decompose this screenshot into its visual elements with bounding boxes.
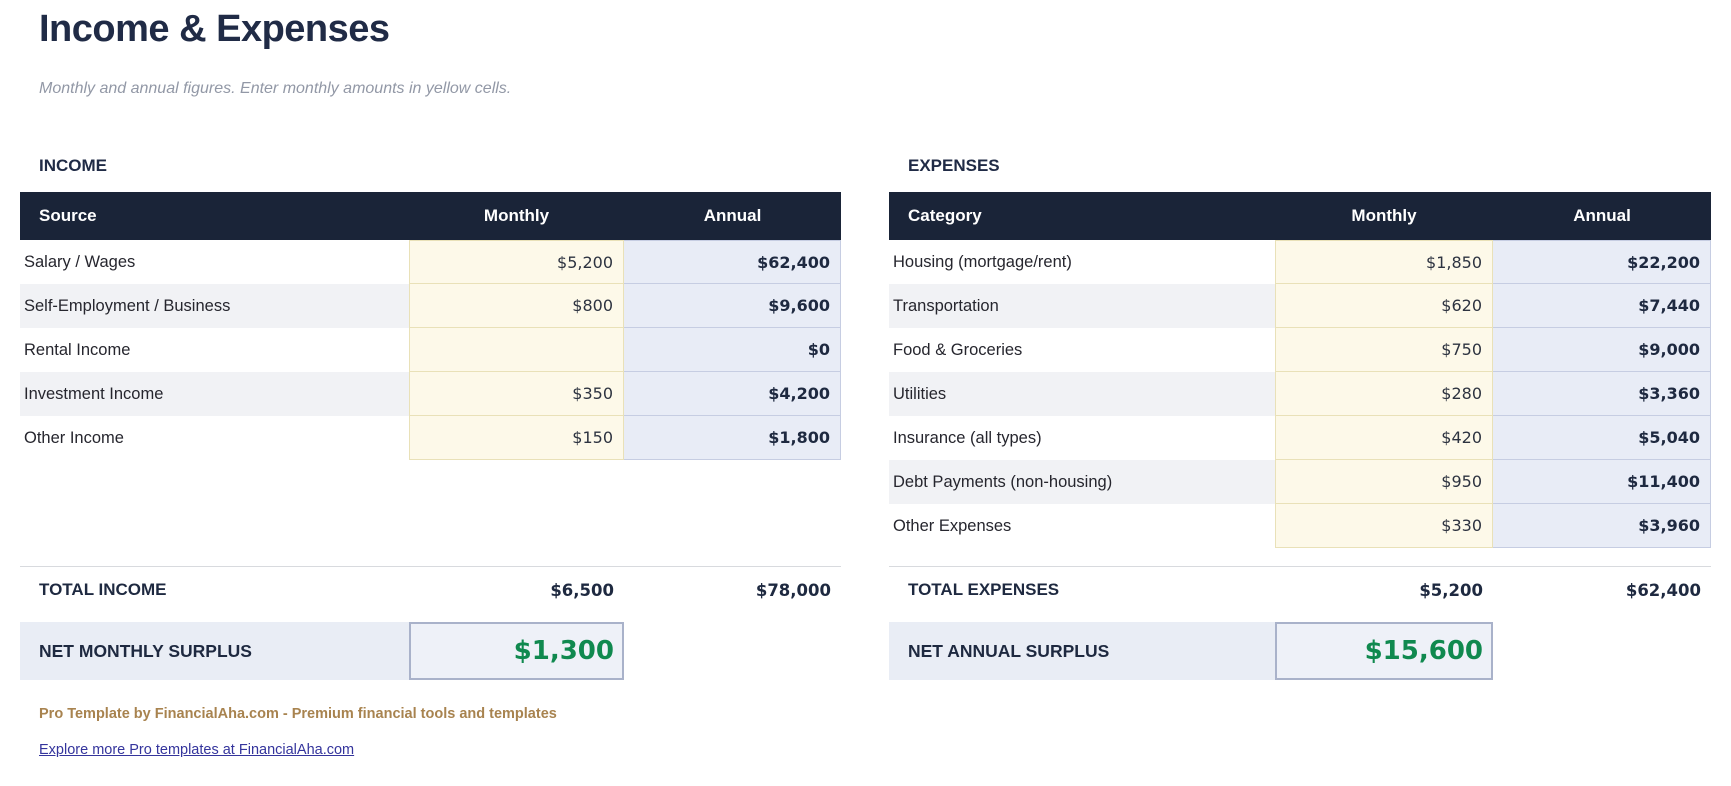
annual-amount-cell: $3,960	[1493, 504, 1711, 548]
table-row: Utilities $280 $3,360	[889, 372, 1711, 416]
row-label: Salary / Wages	[24, 252, 136, 271]
income-spacer	[20, 460, 841, 566]
annual-amount-cell: $9,600	[624, 284, 841, 328]
income-total-monthly: $6,500	[550, 580, 614, 600]
monthly-amount-cell[interactable]: $420	[1275, 416, 1493, 460]
monthly-amount-cell[interactable]: $350	[409, 372, 624, 416]
table-row: Debt Payments (non-housing) $950 $11,400	[889, 460, 1711, 504]
monthly-amount-cell[interactable]: $5,200	[409, 240, 624, 284]
table-row: Investment Income $350 $4,200	[20, 372, 841, 416]
branding-text: Pro Template by FinancialAha.com - Premi…	[39, 706, 557, 722]
income-table-header: Source Monthly Annual	[20, 192, 841, 240]
table-row: Other Income $150 $1,800	[20, 416, 841, 460]
annual-amount-cell: $1,800	[624, 416, 841, 460]
expenses-total-label: TOTAL EXPENSES	[908, 580, 1060, 599]
table-row: Housing (mortgage/rent) $1,850 $22,200	[889, 240, 1711, 284]
monthly-amount-cell[interactable]: $280	[1275, 372, 1493, 416]
row-label: Other Expenses	[893, 516, 1012, 535]
annual-amount-cell: $0	[624, 328, 841, 372]
content-columns: INCOME Source Monthly Annual Salary / Wa…	[20, 156, 1711, 680]
monthly-amount-cell[interactable]: $620	[1275, 284, 1493, 328]
net-monthly-surplus-label: NET MONTHLY SURPLUS	[20, 622, 409, 680]
expenses-section-label: EXPENSES	[908, 156, 1000, 175]
annual-amount-cell: $62,400	[624, 240, 841, 284]
expenses-total-annual: $62,400	[1625, 580, 1701, 600]
annual-amount-cell: $7,440	[1493, 284, 1711, 328]
annual-amount-cell: $5,040	[1493, 416, 1711, 460]
row-label: Utilities	[893, 384, 947, 403]
income-header-source: Source	[39, 206, 97, 225]
monthly-amount-cell[interactable]: $330	[1275, 504, 1493, 548]
row-label: Other Income	[24, 428, 124, 447]
monthly-amount-cell[interactable]: $950	[1275, 460, 1493, 504]
table-row: Transportation $620 $7,440	[889, 284, 1711, 328]
row-label: Insurance (all types)	[893, 428, 1042, 447]
monthly-amount-cell[interactable]: $1,850	[1275, 240, 1493, 284]
table-row: Insurance (all types) $420 $5,040	[889, 416, 1711, 460]
page-title: Income & Expenses	[39, 8, 390, 50]
net-annual-surplus-row: NET ANNUAL SURPLUS $15,600	[889, 622, 1711, 680]
net-annual-surplus-label: NET ANNUAL SURPLUS	[889, 622, 1275, 680]
expenses-header-category: Category	[908, 206, 982, 225]
expenses-spacer	[889, 548, 1711, 566]
page-subtitle: Monthly and annual figures. Enter monthl…	[39, 80, 512, 97]
row-label: Transportation	[893, 296, 999, 315]
income-header-annual: Annual	[703, 206, 762, 225]
income-header-monthly: Monthly	[483, 206, 550, 225]
table-row: Self-Employment / Business $800 $9,600	[20, 284, 841, 328]
expenses-total-row: TOTAL EXPENSES $5,200 $62,400	[889, 566, 1711, 615]
expenses-section: EXPENSES Category Monthly Annual Housing…	[889, 156, 1711, 680]
income-section: INCOME Source Monthly Annual Salary / Wa…	[20, 156, 841, 680]
row-label: Food & Groceries	[893, 340, 1023, 359]
annual-amount-cell: $9,000	[1493, 328, 1711, 372]
net-monthly-surplus-value: $1,300	[409, 622, 624, 680]
income-table-body: Salary / Wages $5,200 $62,400 Self-Employme…	[20, 240, 841, 460]
financialaha-link[interactable]: Explore more Pro templates at FinancialA…	[39, 742, 354, 758]
row-label: Self-Employment / Business	[24, 296, 231, 315]
expenses-table-body: Housing (mortgage/rent) $1,850 $22,200 Tran…	[889, 240, 1711, 548]
row-label: Debt Payments (non-housing)	[893, 472, 1113, 491]
monthly-amount-cell[interactable]	[409, 328, 624, 372]
table-row: Food & Groceries $750 $9,000	[889, 328, 1711, 372]
row-label: Investment Income	[24, 384, 164, 403]
income-section-label: INCOME	[39, 156, 107, 175]
annual-amount-cell: $11,400	[1493, 460, 1711, 504]
expenses-header-monthly: Monthly	[1351, 206, 1417, 225]
table-row: Salary / Wages $5,200 $62,400	[20, 240, 841, 284]
monthly-amount-cell[interactable]: $150	[409, 416, 624, 460]
table-row: Rental Income $0	[20, 328, 841, 372]
net-monthly-surplus-row: NET MONTHLY SURPLUS $1,300	[20, 622, 841, 680]
row-label: Rental Income	[24, 340, 131, 359]
expenses-table-header: Category Monthly Annual	[889, 192, 1711, 240]
annual-amount-cell: $22,200	[1493, 240, 1711, 284]
row-label: Housing (mortgage/rent)	[893, 252, 1072, 271]
annual-amount-cell: $3,360	[1493, 372, 1711, 416]
monthly-amount-cell[interactable]: $750	[1275, 328, 1493, 372]
expenses-total-monthly: $5,200	[1419, 580, 1483, 600]
annual-amount-cell: $4,200	[624, 372, 841, 416]
monthly-amount-cell[interactable]: $800	[409, 284, 624, 328]
net-annual-surplus-value: $15,600	[1275, 622, 1493, 680]
table-row: Other Expenses $330 $3,960	[889, 504, 1711, 548]
income-total-label: TOTAL INCOME	[39, 580, 167, 599]
income-total-annual: $78,000	[755, 580, 831, 600]
expenses-header-annual: Annual	[1573, 206, 1631, 225]
income-total-row: TOTAL INCOME $6,500 $78,000	[20, 566, 841, 615]
